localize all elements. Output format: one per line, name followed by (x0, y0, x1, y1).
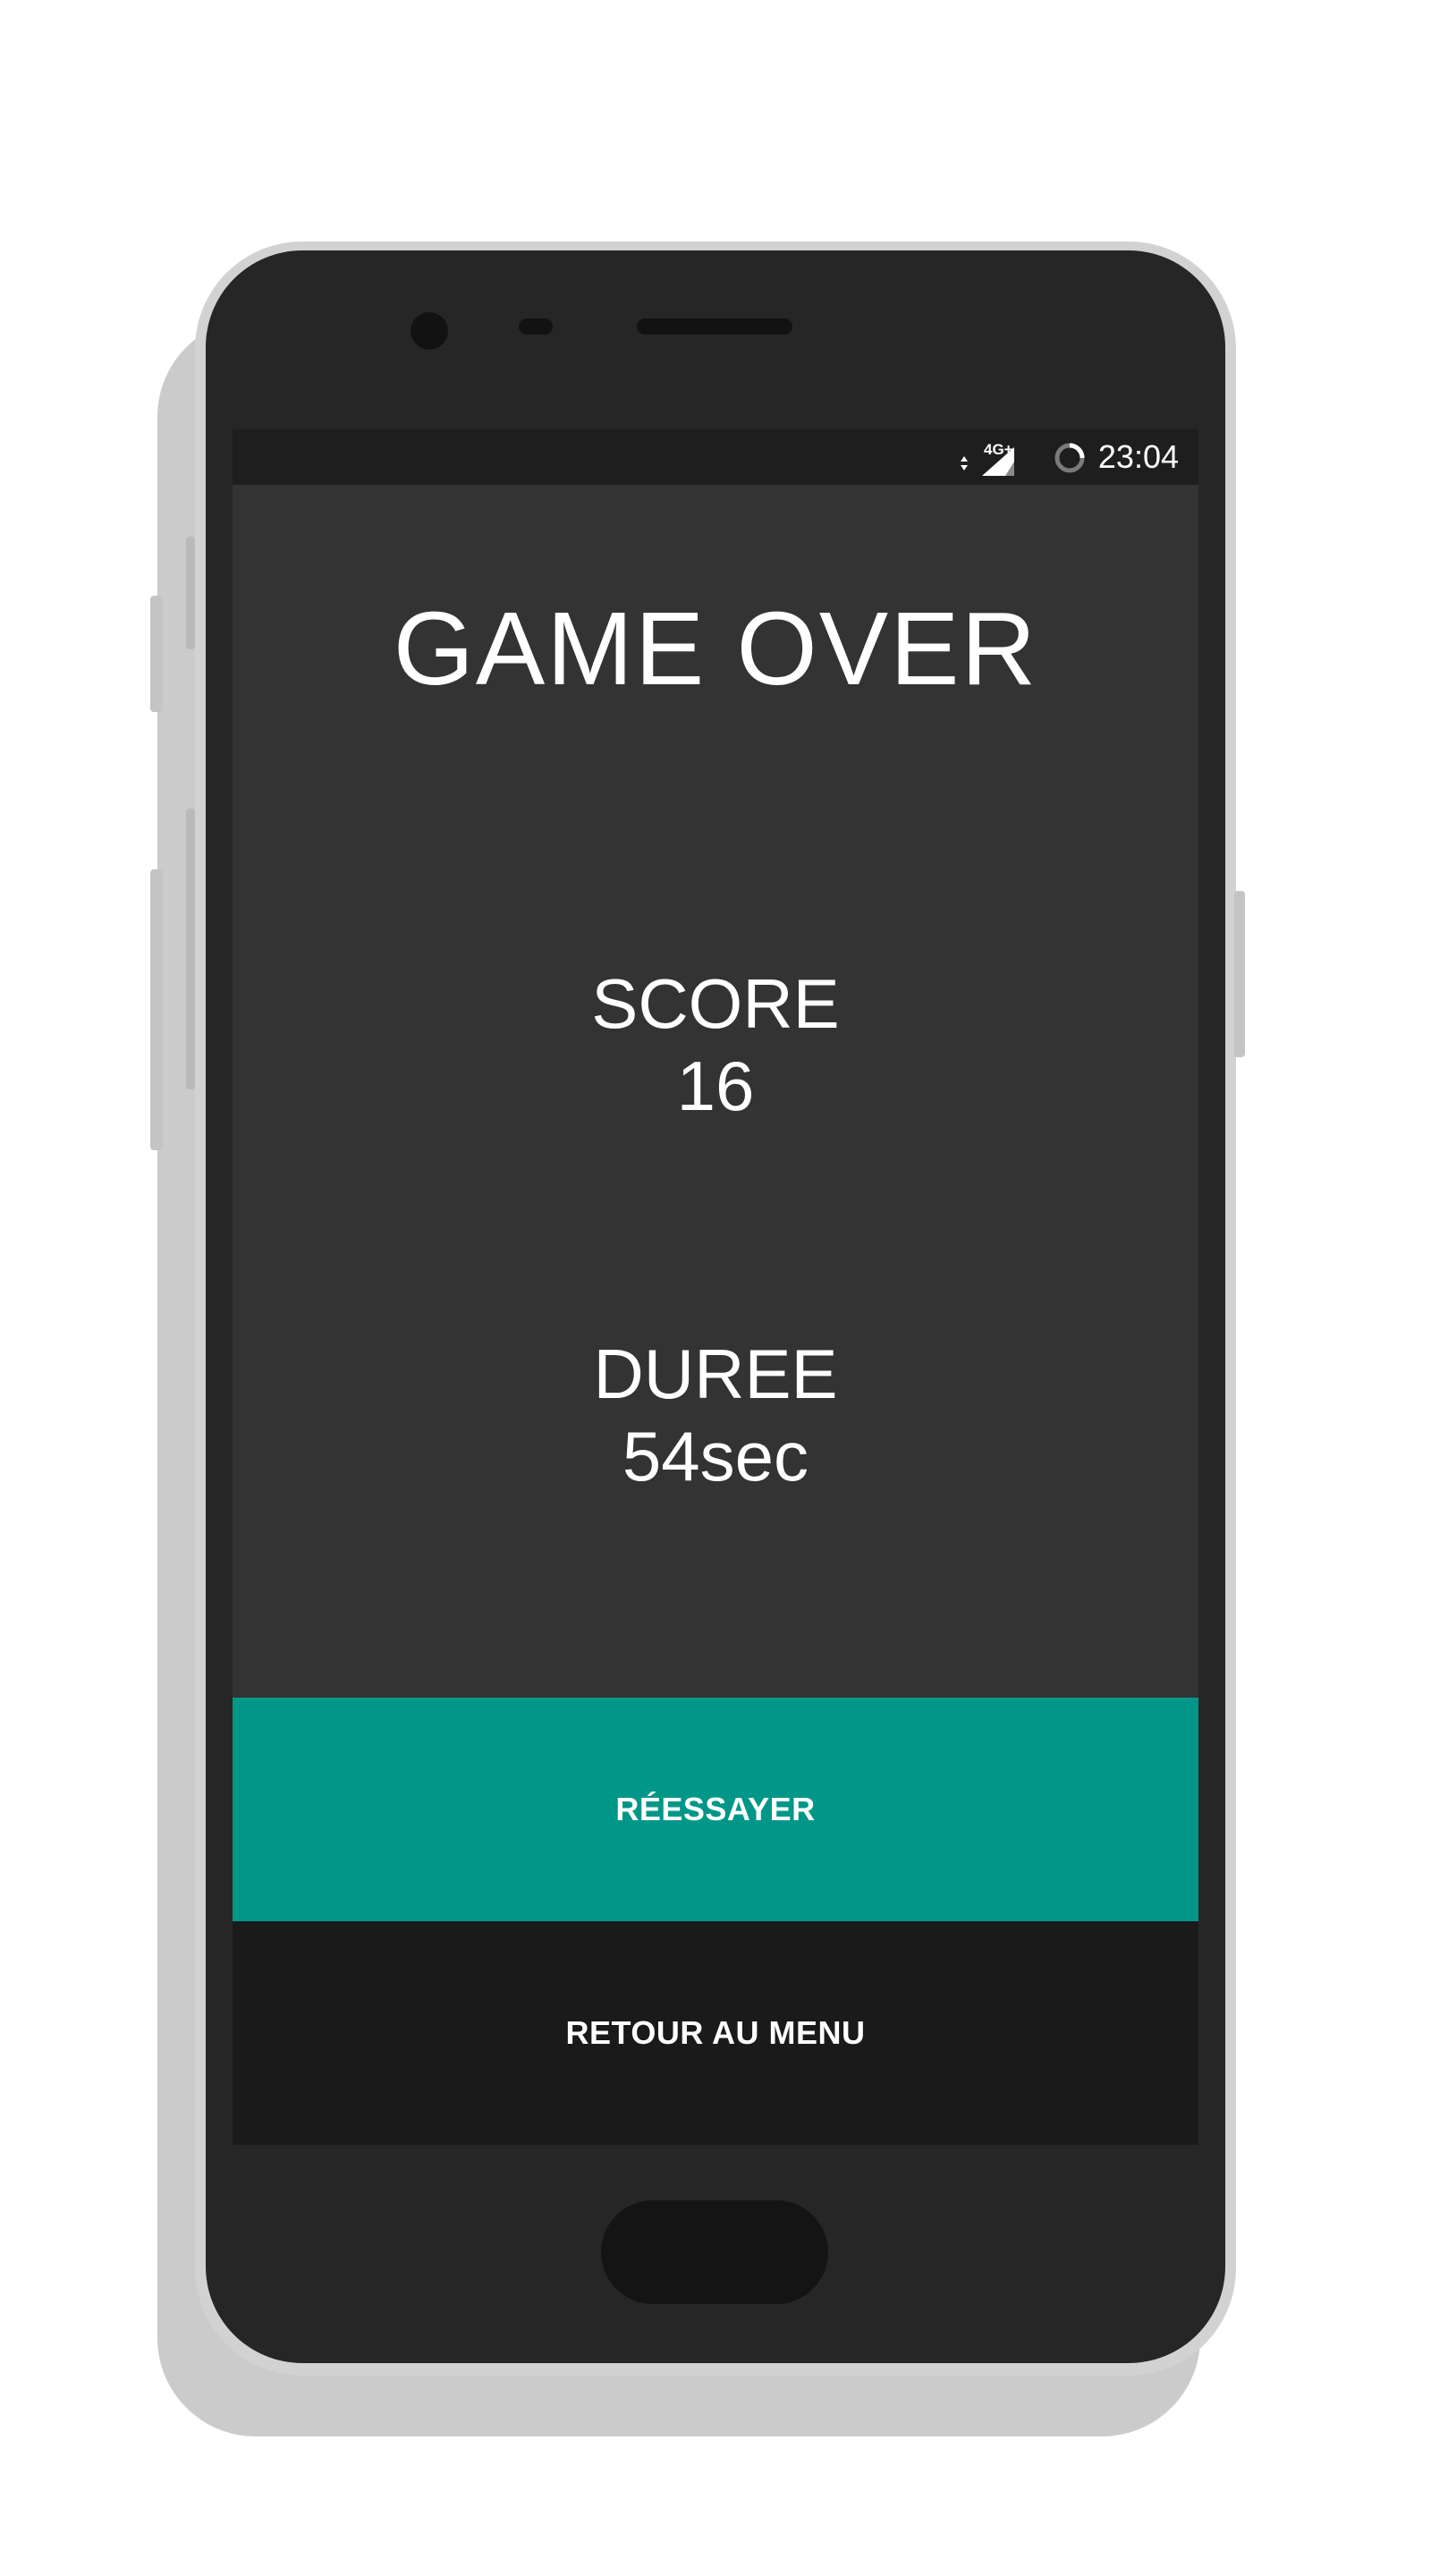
duration-value: 54sec (622, 1417, 809, 1496)
screen: 4G+ 23:04 GAME OVER SCORE 16 DUREE 54sec… (233, 429, 1198, 2145)
status-time: 23:04 (1097, 438, 1179, 475)
stage: 4G+ 23:04 GAME OVER SCORE 16 DUREE 54sec… (0, 0, 1431, 2576)
back-to-menu-button-label: RETOUR AU MENU (565, 2014, 866, 2051)
status-icons: 4G+ (961, 441, 1085, 476)
status-bar: 4G+ 23:04 (233, 429, 1198, 485)
score-label: SCORE (591, 964, 840, 1043)
side-slider (186, 537, 195, 649)
power-button[interactable] (1234, 891, 1245, 1057)
back-to-menu-button[interactable]: RETOUR AU MENU (233, 1921, 1198, 2145)
data-arrows-icon (961, 456, 968, 470)
volume-down-button[interactable] (150, 869, 163, 1150)
front-camera (411, 312, 448, 350)
earpiece-speaker (637, 318, 792, 335)
game-over-title: GAME OVER (393, 590, 1038, 707)
loading-icon (1054, 443, 1085, 473)
duration-label: DUREE (593, 1335, 838, 1413)
score-value: 16 (676, 1046, 755, 1125)
proximity-sensor (519, 318, 553, 335)
home-button[interactable] (601, 2200, 828, 2304)
side-slider-lower (186, 809, 195, 1089)
volume-up-button[interactable] (150, 596, 163, 712)
retry-button-label: RÉESSAYER (615, 1791, 816, 1827)
retry-button[interactable]: RÉESSAYER (233, 1698, 1198, 1921)
